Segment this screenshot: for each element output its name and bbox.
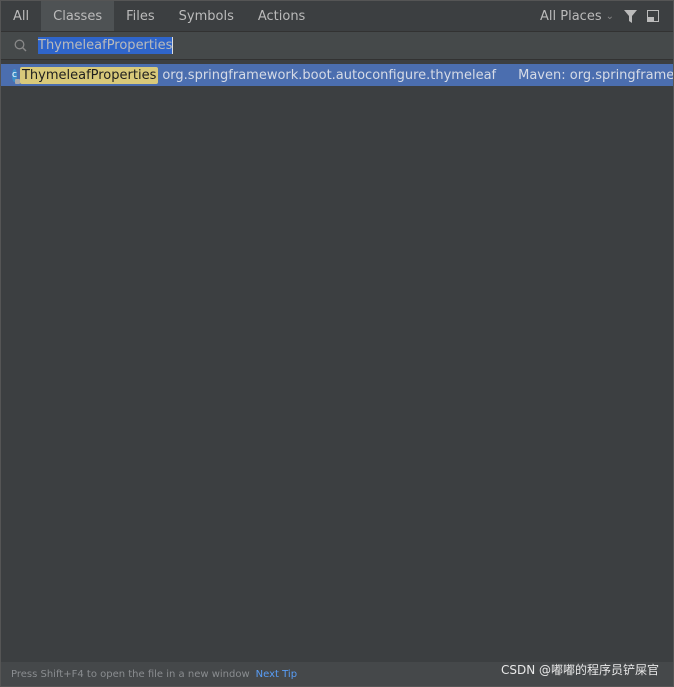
scope-dropdown[interactable]: All Places ⌄ [540, 9, 614, 24]
tab-files[interactable]: Files [114, 1, 167, 31]
result-item[interactable]: c ThymeleafProperties org.springframewor… [1, 64, 673, 86]
scope-label: All Places [540, 8, 602, 24]
tab-actions[interactable]: Actions [246, 1, 318, 31]
lock-icon [14, 78, 20, 84]
search-field[interactable]: ThymeleafProperties [1, 32, 673, 60]
search-input[interactable]: ThymeleafProperties [38, 37, 174, 54]
next-tip-link[interactable]: Next Tip [256, 669, 297, 680]
result-location: Maven: org.springframework.boot [518, 67, 673, 83]
watermark: CSDN @嘟嘟的程序员铲屎官 [500, 663, 659, 677]
tab-symbols[interactable]: Symbols [167, 1, 246, 31]
filter-icon[interactable] [624, 9, 637, 23]
class-icon: c [12, 68, 20, 84]
tip-text: Press Shift+F4 to open the file in a new… [11, 668, 250, 680]
chevron-down-icon: ⌄ [605, 10, 614, 22]
tab-classes[interactable]: Classes [41, 1, 115, 31]
search-icon [14, 39, 27, 52]
result-name: ThymeleafProperties [19, 66, 159, 84]
search-everywhere-popup: All Classes Files Symbols Actions All Pl… [0, 0, 674, 687]
result-package: org.springframework.boot.autoconfigure.t… [162, 67, 497, 83]
tab-all[interactable]: All [1, 1, 41, 31]
open-in-window-icon[interactable] [647, 10, 659, 22]
tab-bar: All Classes Files Symbols Actions All Pl… [1, 1, 673, 32]
